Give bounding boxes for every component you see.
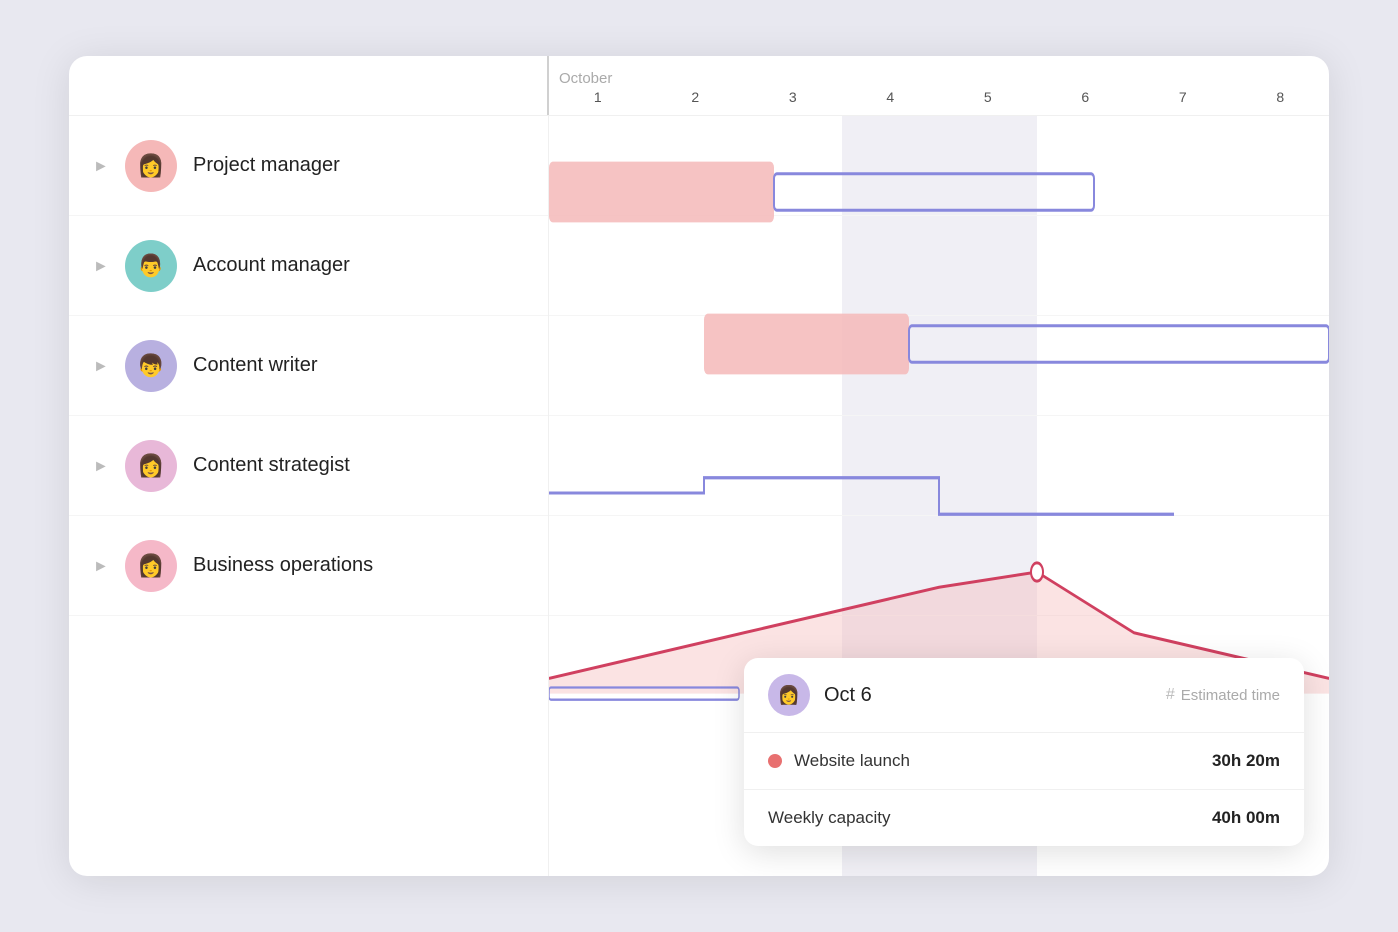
day-label-2: 2 (647, 89, 745, 105)
row-item-cs[interactable]: ► 👩 Content strategist (69, 416, 548, 516)
row-name-pm: Project manager (193, 154, 340, 177)
day-label-3: 3 (744, 89, 842, 105)
avatar-am: 👨 (125, 240, 177, 292)
tooltip-label-1: Website launch (794, 751, 910, 771)
day-label-5: 5 (939, 89, 1037, 105)
tooltip-col-label: # Estimated time (1166, 686, 1280, 704)
rows-panel: ► 👩 Project manager ► 👨 Account manager … (69, 116, 549, 876)
tooltip-label-2: Weekly capacity (768, 808, 891, 828)
timeline-panel: 👩 Oct 6 # Estimated time Website launch … (549, 116, 1329, 876)
row-name-bo: Business operations (193, 554, 373, 577)
tooltip-row-2-left: Weekly capacity (768, 808, 891, 828)
tooltip-header: 👩 Oct 6 # Estimated time (744, 658, 1304, 733)
main-card: October 12345678 ► 👩 Project manager ► 👨… (69, 56, 1329, 876)
avatar-cs: 👩 (125, 440, 177, 492)
row-label-area (69, 56, 549, 115)
row-item-pm[interactable]: ► 👩 Project manager (69, 116, 548, 216)
hash-icon: # (1166, 686, 1175, 704)
day-label-4: 4 (842, 89, 940, 105)
day-label-6: 6 (1037, 89, 1135, 105)
day-labels: 12345678 (549, 61, 1329, 105)
chart-header: October 12345678 (69, 56, 1329, 116)
tooltip-row-1-left: Website launch (768, 751, 910, 771)
row-expand-arrow[interactable]: ► (93, 558, 109, 574)
tooltip-col-label-text: Estimated time (1181, 687, 1280, 704)
tooltip-value-2: 40h 00m (1212, 808, 1280, 828)
row-item-am[interactable]: ► 👨 Account manager (69, 216, 548, 316)
row-name-cw: Content writer (193, 354, 318, 377)
tooltip-dot-1 (768, 754, 782, 768)
day-label-1: 1 (549, 89, 647, 105)
avatar-cw: 👦 (125, 340, 177, 392)
month-label: October (559, 70, 612, 87)
row-expand-arrow[interactable]: ► (93, 358, 109, 374)
timeline-header: October 12345678 (549, 56, 1329, 115)
day-label-7: 7 (1134, 89, 1232, 105)
avatar-pm: 👩 (125, 140, 177, 192)
tooltip-date: Oct 6 (824, 684, 1166, 707)
day-label-8: 8 (1232, 89, 1330, 105)
row-item-bo[interactable]: ► 👩 Business operations (69, 516, 548, 616)
row-expand-arrow[interactable]: ► (93, 158, 109, 174)
chart-body: ► 👩 Project manager ► 👨 Account manager … (69, 116, 1329, 876)
tooltip: 👩 Oct 6 # Estimated time Website launch … (744, 658, 1304, 846)
tooltip-avatar: 👩 (768, 674, 810, 716)
row-item-cw[interactable]: ► 👦 Content writer (69, 316, 548, 416)
tooltip-value-1: 30h 20m (1212, 751, 1280, 771)
row-expand-arrow[interactable]: ► (93, 258, 109, 274)
row-expand-arrow[interactable]: ► (93, 458, 109, 474)
row-name-cs: Content strategist (193, 454, 350, 477)
tooltip-row-1: Website launch 30h 20m (744, 733, 1304, 790)
row-name-am: Account manager (193, 254, 350, 277)
tooltip-row-2: Weekly capacity 40h 00m (744, 790, 1304, 846)
avatar-bo: 👩 (125, 540, 177, 592)
